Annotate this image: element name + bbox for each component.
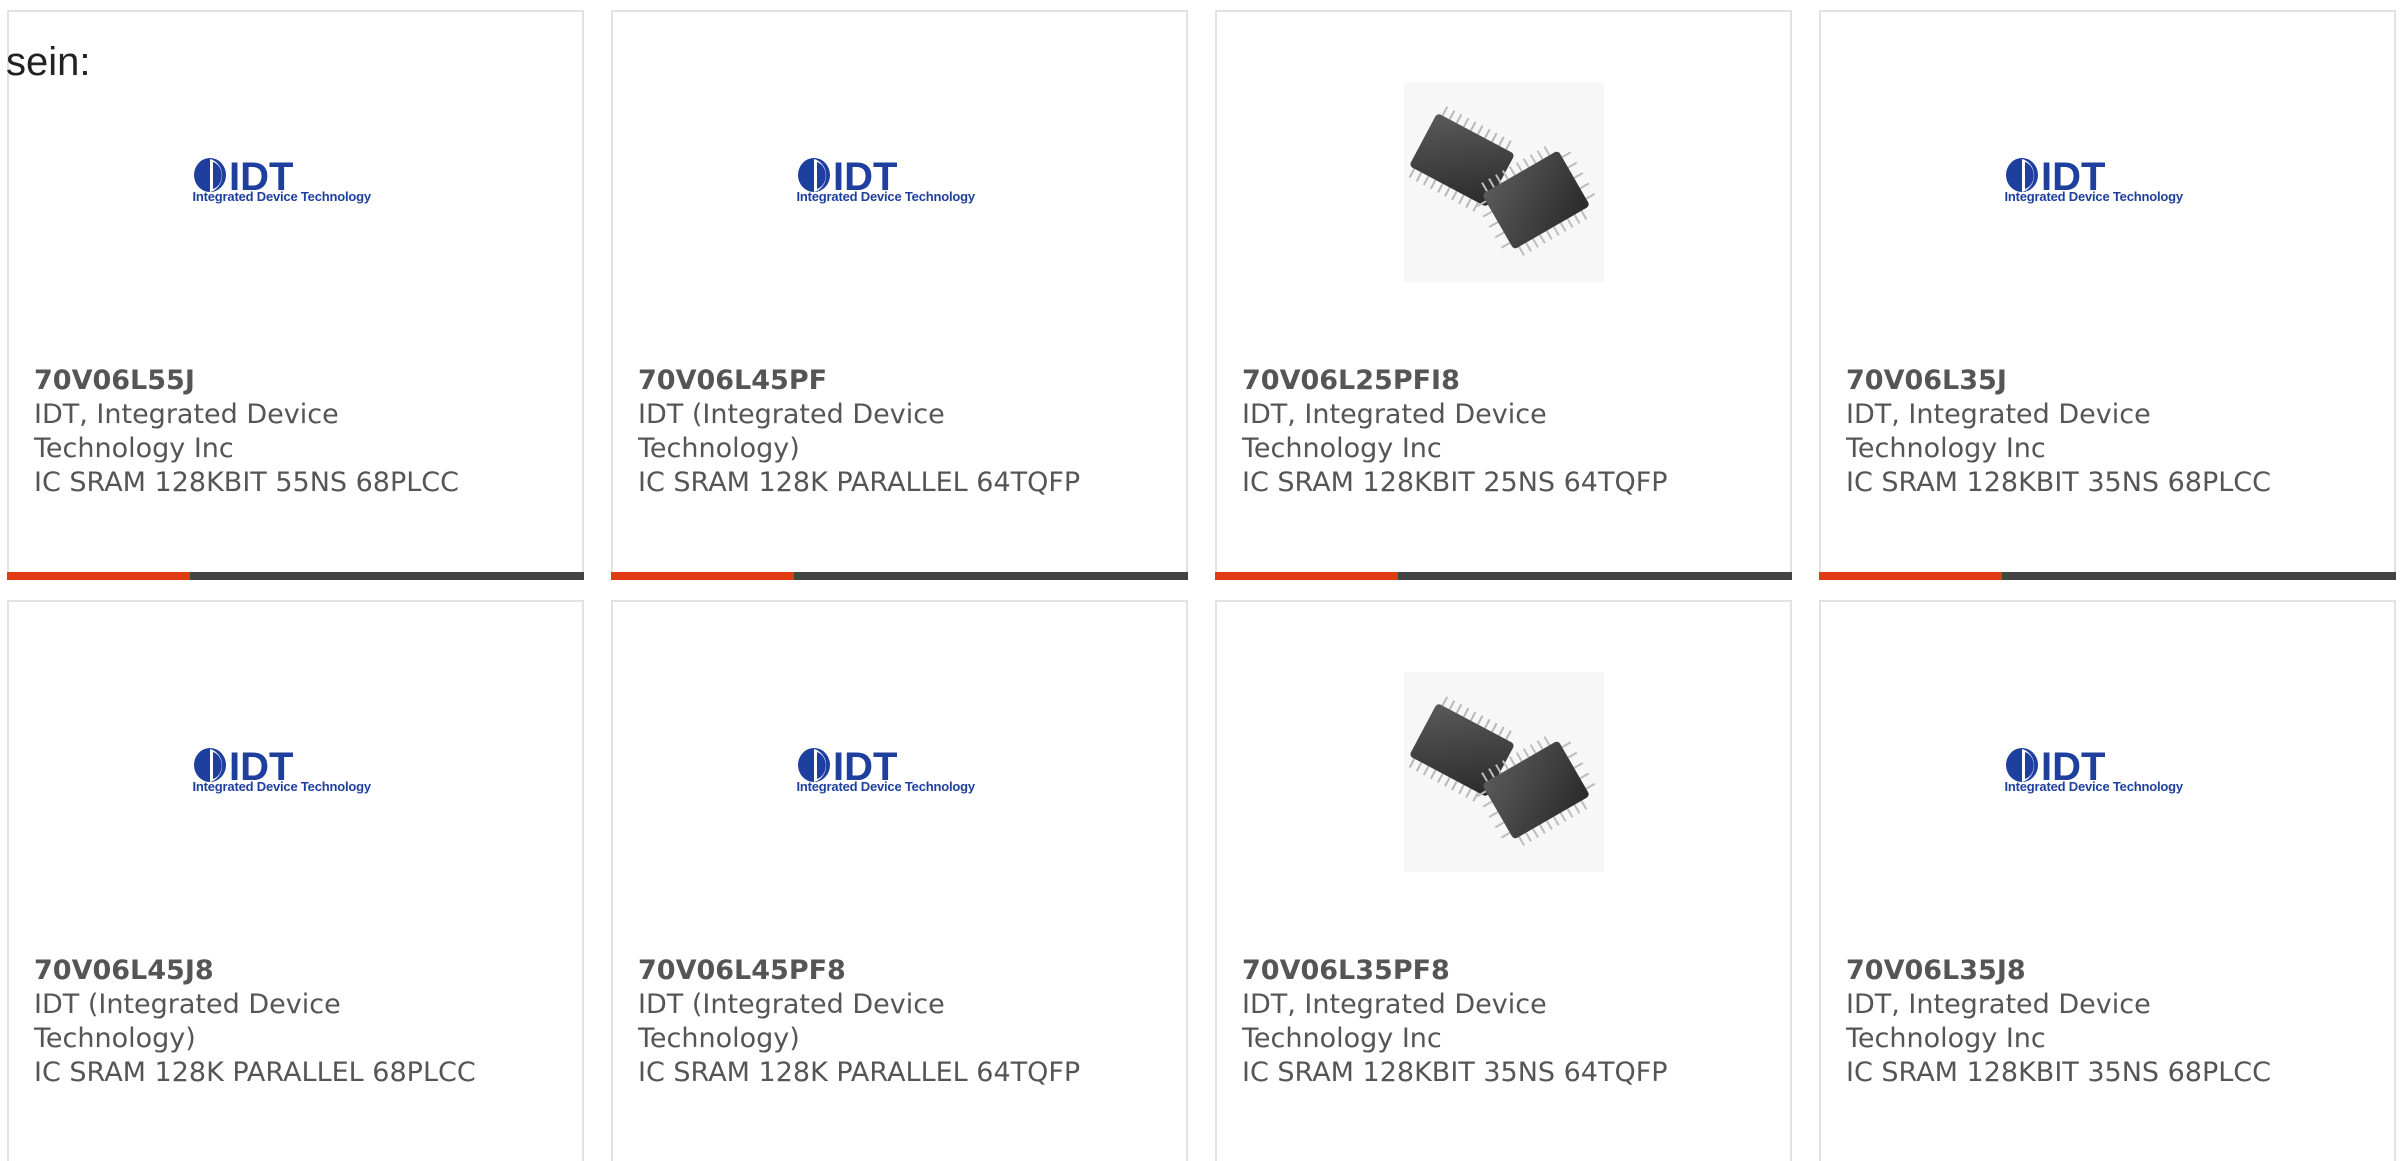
manufacturer-name: IDT (Integrated Device Technology) (638, 989, 945, 1054)
card-bottom-bar (611, 572, 1188, 580)
part-number-link[interactable]: 70V06L35J8 (1846, 954, 2374, 988)
product-description: IC SRAM 128KBIT 35NS 64TQFP (1242, 1057, 1668, 1088)
intro-text: sein: (6, 40, 91, 84)
card-accent-bar (611, 572, 794, 580)
product-info: 70V06L35PF8 IDT, Integrated Device Techno… (1242, 954, 1770, 1090)
product-card[interactable]: IDT Integrated Device Technology 70V06L3… (1819, 600, 2396, 1161)
manufacturer-name: IDT (Integrated Device Technology) (34, 989, 341, 1054)
idt-logo-tagline: Integrated Device Technology (796, 189, 976, 204)
product-info: 70V06L35J8 IDT, Integrated Device Technol… (1846, 954, 2374, 1090)
product-image[interactable]: IDT Integrated Device Technology (795, 77, 1005, 287)
product-info: 70V06L45J8 IDT (Integrated Device Technol… (34, 954, 562, 1090)
part-number-link[interactable]: 70V06L25PFI8 (1242, 364, 1770, 398)
idt-logo: IDT Integrated Device Technology (795, 742, 1005, 802)
product-info: 70V06L35J IDT, Integrated Device Technolo… (1846, 364, 2374, 500)
product-description: IC SRAM 128KBIT 55NS 68PLCC (34, 467, 460, 498)
product-description: IC SRAM 128K PARALLEL 68PLCC (34, 1057, 476, 1088)
product-info: 70V06L45PF8 IDT (Integrated Device Techno… (638, 954, 1166, 1090)
product-image[interactable] (1399, 77, 1609, 287)
card-accent-bar (1819, 572, 2002, 580)
idt-logo: IDT Integrated Device Technology (2003, 152, 2213, 212)
product-info: 70V06L45PF IDT (Integrated Device Technol… (638, 364, 1166, 500)
idt-logo-tagline: Integrated Device Technology (2004, 189, 2184, 204)
manufacturer-name: IDT, Integrated Device Technology Inc (1242, 989, 1547, 1054)
product-card[interactable]: IDT Integrated Device Technology 70V06L4… (611, 600, 1188, 1161)
product-image[interactable]: IDT Integrated Device Technology (795, 667, 1005, 877)
manufacturer-name: IDT, Integrated Device Technology Inc (1242, 399, 1547, 464)
idt-logo: IDT Integrated Device Technology (191, 742, 401, 802)
chip-photo (1403, 672, 1604, 872)
product-description: IC SRAM 128K PARALLEL 64TQFP (638, 1057, 1081, 1088)
manufacturer-name: IDT, Integrated Device Technology Inc (34, 399, 339, 464)
product-description: IC SRAM 128KBIT 35NS 68PLCC (1846, 1057, 2272, 1088)
idt-logo-tagline: Integrated Device Technology (192, 189, 372, 204)
manufacturer-name: IDT, Integrated Device Technology Inc (1846, 989, 2151, 1054)
product-card[interactable]: IDT Integrated Device Technology 70V06L5… (7, 10, 584, 580)
idt-logo: IDT Integrated Device Technology (191, 152, 401, 212)
part-number-link[interactable]: 70V06L55J (34, 364, 562, 398)
manufacturer-name: IDT (Integrated Device Technology) (638, 399, 945, 464)
idt-logo: IDT Integrated Device Technology (2003, 742, 2213, 802)
part-number-link[interactable]: 70V06L35J (1846, 364, 2374, 398)
part-number-link[interactable]: 70V06L45PF (638, 364, 1166, 398)
product-card[interactable]: 70V06L35PF8 IDT, Integrated Device Techno… (1215, 600, 1792, 1161)
product-info: 70V06L25PFI8 IDT, Integrated Device Techn… (1242, 364, 1770, 500)
product-card[interactable]: IDT Integrated Device Technology 70V06L4… (611, 10, 1188, 580)
product-card[interactable]: IDT Integrated Device Technology 70V06L3… (1819, 10, 2396, 580)
product-description: IC SRAM 128K PARALLEL 64TQFP (638, 467, 1081, 498)
card-bottom-bar (7, 572, 584, 580)
product-grid-page: sein: IDT Integrated Device Technology 7… (0, 0, 2400, 1161)
product-description: IC SRAM 128KBIT 35NS 68PLCC (1846, 467, 2272, 498)
part-number-link[interactable]: 70V06L45J8 (34, 954, 562, 988)
product-image[interactable]: IDT Integrated Device Technology (191, 77, 401, 287)
part-number-link[interactable]: 70V06L45PF8 (638, 954, 1166, 988)
product-image[interactable]: IDT Integrated Device Technology (191, 667, 401, 877)
card-accent-bar (1215, 572, 1398, 580)
idt-logo: IDT Integrated Device Technology (795, 152, 1005, 212)
idt-logo-tagline: Integrated Device Technology (796, 779, 976, 794)
product-card[interactable]: IDT Integrated Device Technology 70V06L4… (7, 600, 584, 1161)
idt-logo-tagline: Integrated Device Technology (2004, 779, 2184, 794)
card-bottom-bar (1215, 572, 1792, 580)
product-image[interactable] (1399, 667, 1609, 877)
card-accent-bar (7, 572, 190, 580)
chip-photo (1403, 82, 1604, 282)
part-number-link[interactable]: 70V06L35PF8 (1242, 954, 1770, 988)
product-image[interactable]: IDT Integrated Device Technology (2003, 667, 2213, 877)
product-card[interactable]: 70V06L25PFI8 IDT, Integrated Device Techn… (1215, 10, 1792, 580)
product-description: IC SRAM 128KBIT 25NS 64TQFP (1242, 467, 1668, 498)
product-info: 70V06L55J IDT, Integrated Device Technolo… (34, 364, 562, 500)
product-image[interactable]: IDT Integrated Device Technology (2003, 77, 2213, 287)
card-bottom-bar (1819, 572, 2396, 580)
manufacturer-name: IDT, Integrated Device Technology Inc (1846, 399, 2151, 464)
idt-logo-tagline: Integrated Device Technology (192, 779, 372, 794)
